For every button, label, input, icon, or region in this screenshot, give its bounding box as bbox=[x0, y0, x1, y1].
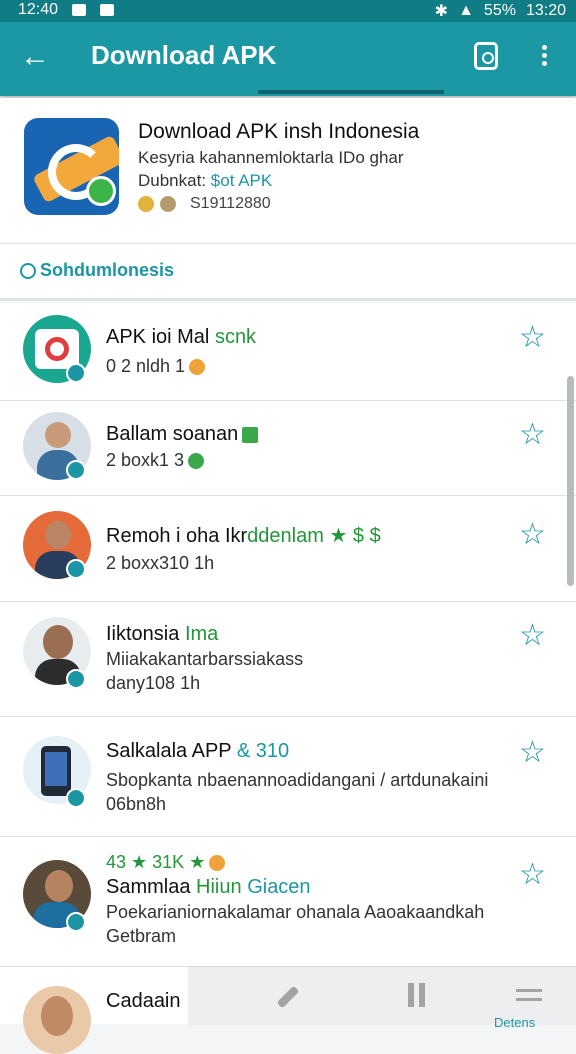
item-meta: 2 boxk1 3 bbox=[106, 450, 205, 471]
star-outline-icon[interactable]: ☆ bbox=[519, 738, 546, 768]
item-meta: 0 2 nldh 1 bbox=[106, 356, 206, 377]
chat-icon bbox=[20, 263, 36, 280]
list-item[interactable]: 43 ★ 31K ★ Sammlaa Hiiun Giacen Poekaria… bbox=[0, 836, 576, 967]
app-subtitle-prefix: Dubnkat: bbox=[138, 171, 207, 190]
back-arrow-icon[interactable]: ← bbox=[20, 40, 54, 74]
notification-icon-2 bbox=[100, 4, 115, 16]
item-meta: Poekarianiornakalamar ohanala Aaoakaandk… bbox=[106, 902, 485, 922]
share-icon[interactable] bbox=[474, 42, 498, 70]
item-name: Sammlaa Hiiun Giacen bbox=[106, 876, 311, 898]
pause-icon[interactable] bbox=[408, 983, 430, 1011]
list-item[interactable]: Remoh i oha Ikrddenlam ★ $ $ 2 boxx310 1… bbox=[0, 495, 576, 602]
title-underline bbox=[258, 90, 444, 94]
verified-badge bbox=[66, 460, 86, 480]
bottom-action-bar: Detens bbox=[188, 966, 576, 1030]
item-name: Iiktonsia Ima bbox=[106, 623, 219, 645]
list-item[interactable]: Iiktonsia Ima Miiakakantarbarssiakass da… bbox=[0, 601, 576, 717]
app-description: Kesyria kahannemloktarla IDo ghar bbox=[138, 148, 404, 167]
item-prefix: 43 ★ 31K ★ bbox=[106, 852, 226, 873]
item-name: APK ioi Mal scnk bbox=[106, 326, 257, 348]
app-bar: ← Download APK bbox=[0, 22, 576, 96]
app-subtitle: Dubnkat: $ot APK bbox=[138, 171, 272, 191]
app-meta: S19112880 bbox=[138, 195, 271, 213]
status-bar: 12:40 ✱ ▲ 55% 13:20 bbox=[0, 0, 576, 22]
coin-icon bbox=[160, 196, 176, 212]
verified-badge bbox=[66, 669, 86, 689]
section-label[interactable]: Sohdumlonesis bbox=[20, 260, 174, 281]
verified-badge bbox=[66, 559, 86, 579]
battery-percent: 55% bbox=[483, 2, 516, 19]
item-meta-2: 06bn8h bbox=[106, 794, 167, 814]
emoji-icon bbox=[189, 359, 206, 376]
list-item[interactable]: APK ioi Mal scnk 0 2 nldh 1 ☆ bbox=[0, 303, 576, 401]
item-meta: Sbopkanta nbaenannoadidangani / artdunak… bbox=[106, 770, 489, 790]
notification-icon bbox=[72, 4, 87, 16]
star-outline-icon[interactable]: ☆ bbox=[519, 323, 546, 353]
scrollbar[interactable] bbox=[567, 376, 574, 586]
item-meta: Miiakakantarbarssiakass bbox=[106, 649, 304, 669]
pen-icon[interactable] bbox=[276, 983, 302, 1009]
bluetooth-icon: ✱ bbox=[434, 3, 449, 20]
verified-badge bbox=[66, 912, 86, 932]
star-outline-icon[interactable]: ☆ bbox=[519, 420, 546, 450]
list-item[interactable]: Ballam soanan 2 boxk1 3 ☆ bbox=[0, 400, 576, 496]
star-outline-icon[interactable]: ☆ bbox=[519, 621, 546, 651]
verified-badge bbox=[66, 788, 86, 808]
item-meta-2: dany108 1h bbox=[106, 673, 201, 693]
item-name: Ballam soanan bbox=[106, 423, 259, 446]
list-item[interactable]: Salkalala APP & 310 Sbopkanta nbaenannoa… bbox=[0, 716, 576, 837]
page-title: Download APK bbox=[91, 40, 277, 70]
app-title: Download APK insh Indonesia bbox=[138, 120, 420, 143]
star-outline-icon[interactable]: ☆ bbox=[519, 860, 546, 890]
app-subtitle-accent: $ot APK bbox=[210, 171, 273, 190]
avatar bbox=[23, 986, 91, 1054]
item-meta-2: Getbram bbox=[106, 926, 177, 946]
app-logo-icon[interactable] bbox=[24, 118, 119, 215]
more-vert-icon[interactable] bbox=[538, 42, 550, 72]
app-list: APK ioi Mal scnk 0 2 nldh 1 ☆ Ballam soa… bbox=[0, 303, 576, 1054]
item-meta: 2 boxx310 1h bbox=[106, 553, 215, 573]
bottom-label[interactable]: Detens bbox=[494, 1015, 535, 1030]
item-name: Cadaain bbox=[106, 990, 181, 1012]
section-header: Sohdumlonesis bbox=[0, 243, 576, 301]
emoji-icon bbox=[209, 855, 226, 872]
leaf-icon bbox=[242, 426, 259, 443]
verified-badge bbox=[66, 363, 86, 383]
emoji-icon bbox=[188, 453, 205, 470]
status-time-right: 13:20 bbox=[525, 2, 566, 19]
app-header-card: Download APK insh Indonesia Kesyria kaha… bbox=[0, 98, 576, 242]
star-outline-icon[interactable]: ☆ bbox=[519, 520, 546, 550]
signal-icon: ▲ bbox=[458, 2, 474, 19]
item-name: Remoh i oha Ikrddenlam ★ $ $ bbox=[106, 525, 381, 547]
app-meta-value: S19112880 bbox=[190, 195, 271, 212]
medal-icon bbox=[138, 196, 154, 212]
item-name: Salkalala APP & 310 bbox=[106, 740, 290, 762]
menu-icon[interactable] bbox=[516, 989, 542, 1007]
status-time-left: 12:40 bbox=[18, 1, 59, 18]
